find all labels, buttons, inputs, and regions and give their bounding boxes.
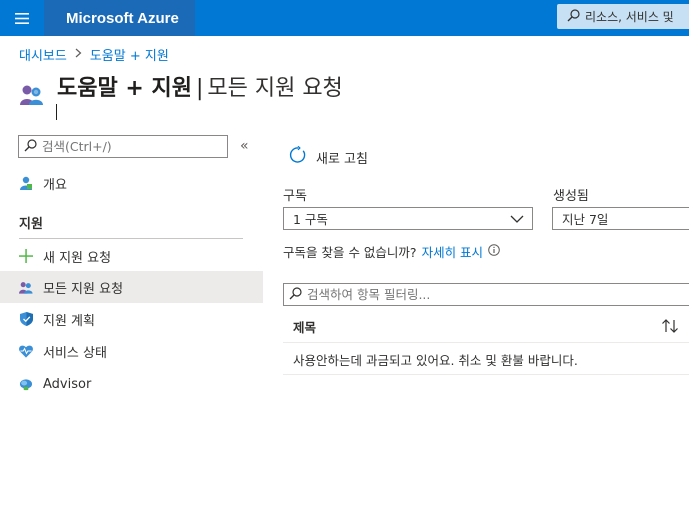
sidebar-item-label: 개요 xyxy=(43,177,67,193)
sidebar-item-support-plans[interactable]: 지원 계획 xyxy=(0,303,263,335)
sidebar-section-support: 지원 xyxy=(19,217,43,232)
refresh-button[interactable]: 새로 고침 xyxy=(289,145,368,168)
plus-icon xyxy=(19,249,33,263)
sidebar-item-overview[interactable]: 개요 xyxy=(0,167,263,199)
notice-text: 구독을 찾을 수 없습니까? xyxy=(283,245,417,260)
sidebar-item-service-health[interactable]: 서비스 상태 xyxy=(0,335,263,367)
sidebar-item-label: 모든 지원 요청 xyxy=(43,281,124,297)
subscription-not-found-notice: 구독을 찾을 수 없습니까? 자세히 표시 xyxy=(283,242,500,261)
hamburger-menu-icon[interactable] xyxy=(0,0,44,36)
sidebar-search-field[interactable] xyxy=(42,139,212,154)
top-bar: Microsoft Azure 리소스, 서비스 및 xyxy=(0,0,689,36)
refresh-label: 새로 고침 xyxy=(316,151,368,167)
sidebar-item-new-request[interactable]: 새 지원 요청 xyxy=(0,240,263,272)
filter-items-input[interactable] xyxy=(283,283,689,306)
page-title-sub: 모든 지원 요청 xyxy=(207,76,343,101)
breadcrumb-dashboard[interactable]: 대시보드 xyxy=(19,45,67,64)
divider xyxy=(19,238,243,239)
search-icon xyxy=(289,285,302,304)
sidebar-item-label: 서비스 상태 xyxy=(43,345,107,361)
heartbeat-icon xyxy=(19,344,33,358)
subscription-dropdown[interactable]: 1 구독 xyxy=(283,207,533,230)
refresh-icon xyxy=(289,145,307,168)
advisor-icon xyxy=(19,377,33,391)
global-search-input[interactable]: 리소스, 서비스 및 xyxy=(557,4,689,29)
subscription-value: 1 구독 xyxy=(293,212,328,227)
created-value: 지난 7일 xyxy=(562,212,609,227)
sidebar-item-label: Advisor xyxy=(43,376,92,392)
breadcrumb: 대시보드 도움말 + 지원 xyxy=(19,45,169,64)
people-icon xyxy=(19,280,33,294)
title-divider: | xyxy=(195,76,204,101)
sidebar-item-label: 지원 계획 xyxy=(43,313,95,329)
search-icon xyxy=(567,7,580,26)
search-icon xyxy=(24,137,37,156)
global-search-placeholder: 리소스, 서비스 및 xyxy=(585,10,674,24)
created-dropdown[interactable]: 지난 7일 xyxy=(552,207,689,230)
sidebar-item-all-requests[interactable]: 모든 지원 요청 xyxy=(0,271,263,303)
subscription-label: 구독 xyxy=(283,189,307,204)
text-caret xyxy=(56,104,57,120)
show-more-link[interactable]: 자세히 표시 xyxy=(422,242,483,261)
portal-brand[interactable]: Microsoft Azure xyxy=(44,0,195,36)
created-label: 생성됨 xyxy=(553,189,589,204)
help-support-people-icon xyxy=(19,84,45,110)
shield-icon xyxy=(19,312,33,326)
table-row[interactable]: 사용안하는데 과금되고 있어요. 취소 및 환불 바랍니다. xyxy=(293,350,578,369)
filter-items-field[interactable] xyxy=(307,287,687,302)
sidebar-search-input[interactable] xyxy=(18,135,228,158)
page-title-main: 도움말 + 지원 xyxy=(57,76,192,101)
person-icon xyxy=(19,176,33,190)
column-header-title[interactable]: 제목 xyxy=(293,317,316,336)
table-row-divider xyxy=(283,374,689,375)
info-icon[interactable] xyxy=(488,244,500,259)
sort-icon[interactable] xyxy=(661,318,679,337)
collapse-sidebar-icon[interactable]: « xyxy=(240,138,249,154)
sidebar-item-label: 새 지원 요청 xyxy=(43,250,112,266)
page-title: 도움말 + 지원 | 모든 지원 요청 xyxy=(57,70,343,102)
table-header-divider xyxy=(283,342,689,343)
breadcrumb-help-support[interactable]: 도움말 + 지원 xyxy=(90,45,169,64)
chevron-right-icon xyxy=(75,48,82,61)
sidebar-item-advisor[interactable]: Advisor xyxy=(0,368,263,400)
chevron-down-icon xyxy=(510,212,524,227)
